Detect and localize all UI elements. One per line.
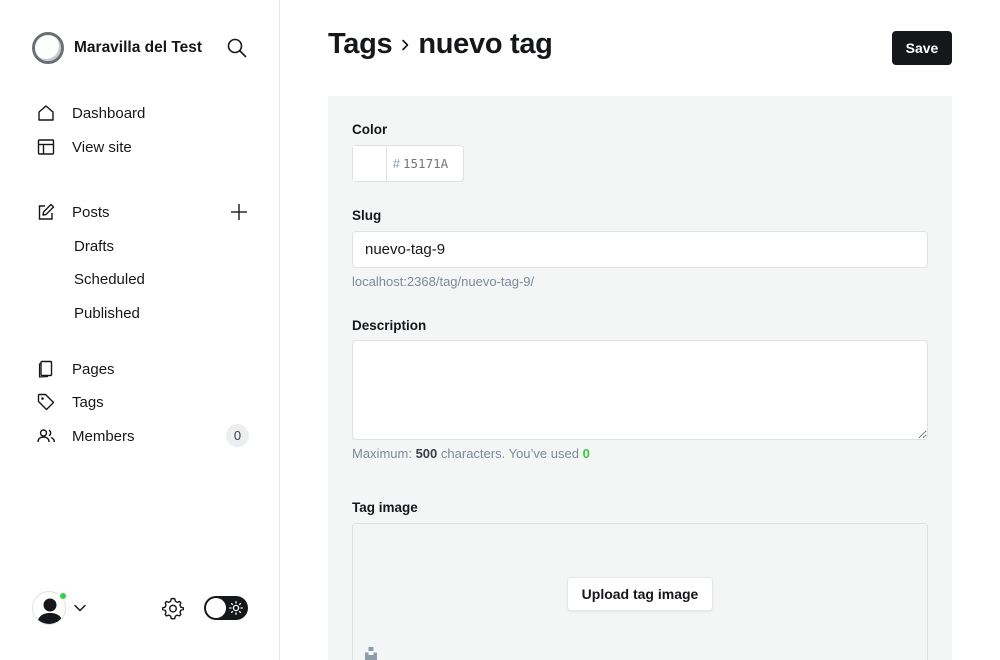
color-field: # (352, 145, 464, 182)
description-char-count: Maximum: 500 characters. You’ve used 0 (352, 446, 590, 461)
site-brand[interactable]: Maravilla del Test (32, 32, 202, 64)
slug-input[interactable] (352, 231, 928, 268)
sidebar-item-label: View site (72, 138, 132, 156)
chevron-down-icon[interactable] (72, 600, 88, 616)
sidebar-item-tags[interactable]: Tags (36, 390, 104, 414)
sidebar-item-published[interactable]: Published (74, 305, 140, 322)
layout-icon (36, 137, 56, 157)
help-mid: characters. You’ve used (440, 446, 579, 461)
toggle-knob (206, 598, 226, 618)
breadcrumb: Tags nuevo tag (328, 28, 553, 61)
sidebar-item-posts[interactable]: Posts (36, 200, 110, 224)
page-title: nuevo tag (418, 28, 553, 60)
add-post-icon[interactable] (229, 202, 249, 222)
gear-icon[interactable] (161, 596, 185, 620)
sidebar-item-label: Posts (72, 203, 110, 221)
description-max: 500 (415, 446, 438, 461)
sun-icon (229, 601, 243, 615)
unsplash-icon[interactable] (364, 646, 378, 660)
save-button[interactable]: Save (892, 31, 952, 65)
sidebar-item-label: Tags (72, 393, 104, 411)
sidebar-item-members[interactable]: Members (36, 424, 135, 448)
slug-url-preview: localhost:2368/tag/nuevo-tag-9/ (352, 274, 535, 289)
sidebar-item-view-site[interactable]: View site (36, 135, 132, 159)
tag-icon (36, 392, 56, 412)
color-hex-input[interactable] (403, 146, 463, 181)
site-name: Maravilla del Test (74, 39, 203, 56)
slug-label: Slug (352, 208, 382, 223)
description-used-count: 0 (582, 446, 590, 461)
sidebar-item-label: Pages (72, 360, 115, 378)
page-icon (36, 359, 56, 379)
sidebar-item-label: Dashboard (72, 104, 146, 122)
color-label: Color (352, 122, 388, 137)
breadcrumb-tags-link[interactable]: Tags (328, 28, 393, 61)
sidebar: Maravilla del Test Dashboard View site P… (0, 0, 280, 660)
members-icon (36, 426, 56, 446)
online-status-dot (58, 591, 68, 601)
members-count-badge: 0 (226, 424, 249, 447)
chevron-right-icon (398, 38, 412, 52)
sidebar-item-scheduled[interactable]: Scheduled (74, 271, 145, 288)
site-logo-icon (32, 32, 64, 64)
sidebar-item-dashboard[interactable]: Dashboard (36, 101, 145, 125)
sidebar-item-drafts[interactable]: Drafts (74, 238, 114, 255)
upload-tag-image-button[interactable]: Upload tag image (567, 577, 713, 611)
theme-toggle[interactable] (204, 596, 248, 620)
sidebar-item-pages[interactable]: Pages (36, 357, 115, 381)
help-prefix: Maximum: (352, 446, 412, 461)
tag-image-label: Tag image (352, 500, 418, 515)
search-icon[interactable] (226, 37, 248, 59)
user-menu[interactable] (32, 591, 68, 625)
color-hash: # (392, 156, 400, 171)
home-icon (36, 103, 56, 123)
edit-icon (36, 202, 56, 222)
sidebar-item-label: Members (72, 427, 135, 445)
description-textarea[interactable] (352, 340, 928, 440)
description-label: Description (352, 318, 427, 333)
color-swatch[interactable] (353, 146, 387, 181)
